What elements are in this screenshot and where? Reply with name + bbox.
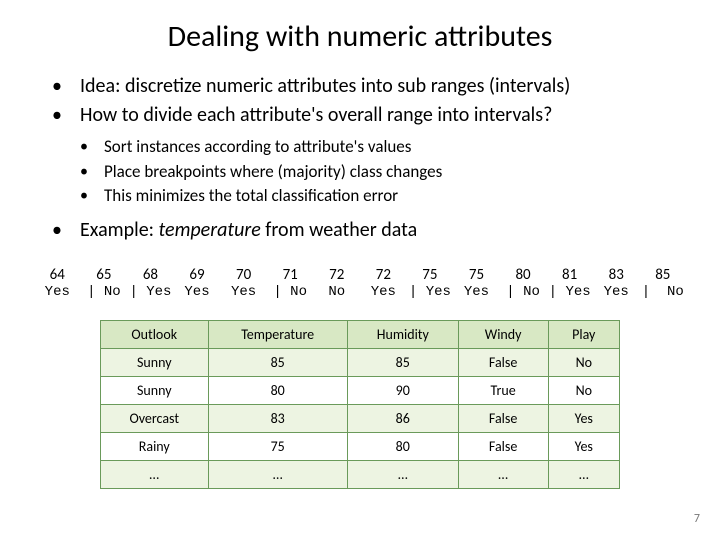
table-cell: False <box>458 348 548 376</box>
sequence-label: Yes <box>360 284 407 300</box>
sequence-value: 68 <box>127 266 174 284</box>
sub-bullet-minimize: This minimizes the total classification … <box>80 184 688 209</box>
table-cell: Overcast <box>101 404 209 432</box>
table-row: …………… <box>101 460 620 488</box>
weather-table: OutlookTemperatureHumidityWindyPlay Sunn… <box>100 320 620 489</box>
bullet-howto: How to divide each attribute's overall r… <box>52 102 688 129</box>
sequence-value: 75 <box>453 266 500 284</box>
sequence-value: 83 <box>593 266 640 284</box>
table-cell: … <box>347 460 458 488</box>
table-cell: No <box>548 376 619 404</box>
table-cell: 80 <box>208 376 347 404</box>
sequence-value: 72 <box>313 266 360 284</box>
table-cell: … <box>101 460 209 488</box>
bullet-example: Example: temperature from weather data <box>52 217 688 244</box>
sequence-label: | Yes <box>546 284 593 300</box>
main-bullet-list: Idea: discretize numeric attributes into… <box>32 73 688 129</box>
table-header-cell: Windy <box>458 320 548 348</box>
table-cell: Sunny <box>101 376 209 404</box>
temperature-sequence: 6465686970717272757580818385 Yes| No| Ye… <box>32 266 688 300</box>
sub-bullet-breakpoints: Place breakpoints where (majority) class… <box>80 160 688 185</box>
table-header-cell: Temperature <box>208 320 347 348</box>
sequence-label: | No <box>267 284 314 300</box>
sequence-label: Yes <box>453 284 500 300</box>
page-number: 7 <box>694 512 700 526</box>
table-row: Sunny8585FalseNo <box>101 348 620 376</box>
sequence-label: Yes <box>34 284 81 300</box>
sequence-value: 72 <box>360 266 407 284</box>
sequence-values-row: 6465686970717272757580818385 <box>34 266 686 284</box>
sequence-label: | Yes <box>127 284 174 300</box>
table-cell: 83 <box>208 404 347 432</box>
sequence-value: 71 <box>267 266 314 284</box>
sequence-label: Yes <box>174 284 221 300</box>
sequence-value: 69 <box>174 266 221 284</box>
sequence-label: | No <box>640 284 687 300</box>
sequence-value: 70 <box>220 266 267 284</box>
sequence-label: Yes <box>220 284 267 300</box>
sequence-label: | Yes <box>407 284 454 300</box>
table-header-cell: Outlook <box>101 320 209 348</box>
table-cell: 75 <box>208 432 347 460</box>
example-prefix: Example: <box>80 218 159 242</box>
sub-bullet-list: Sort instances according to attribute's … <box>32 135 688 209</box>
sequence-value: 80 <box>500 266 547 284</box>
table-row: Rainy7580FalseYes <box>101 432 620 460</box>
table-cell: … <box>548 460 619 488</box>
sub-bullet-sort: Sort instances according to attribute's … <box>80 135 688 160</box>
table-row: Sunny8090TrueNo <box>101 376 620 404</box>
example-bullet-list: Example: temperature from weather data <box>32 217 688 244</box>
sequence-value: 64 <box>34 266 81 284</box>
table-cell: Rainy <box>101 432 209 460</box>
table-cell: No <box>548 348 619 376</box>
table-row: Overcast8386FalseYes <box>101 404 620 432</box>
table-cell: False <box>458 432 548 460</box>
sequence-labels-row: Yes| No| YesYesYes| NoNoYes| YesYes| No|… <box>34 284 686 300</box>
table-cell: True <box>458 376 548 404</box>
table-header-cell: Humidity <box>347 320 458 348</box>
table-cell: 85 <box>347 348 458 376</box>
sequence-label: | No <box>500 284 547 300</box>
table-cell: Sunny <box>101 348 209 376</box>
example-suffix: from weather data <box>261 218 417 242</box>
example-ital: temperature <box>159 218 261 242</box>
sequence-label: | No <box>81 284 128 300</box>
table-cell: 80 <box>347 432 458 460</box>
sequence-label: Yes <box>593 284 640 300</box>
table-cell: Yes <box>548 404 619 432</box>
bullet-idea: Idea: discretize numeric attributes into… <box>52 73 688 100</box>
sequence-label: No <box>313 284 360 300</box>
table-cell: 85 <box>208 348 347 376</box>
table-cell: … <box>208 460 347 488</box>
sequence-value: 65 <box>81 266 128 284</box>
slide-title: Dealing with numeric attributes <box>32 18 688 55</box>
table-cell: Yes <box>548 432 619 460</box>
table-cell: False <box>458 404 548 432</box>
sequence-value: 85 <box>640 266 687 284</box>
sequence-value: 75 <box>407 266 454 284</box>
table-header-cell: Play <box>548 320 619 348</box>
table-header-row: OutlookTemperatureHumidityWindyPlay <box>101 320 620 348</box>
table-cell: 86 <box>347 404 458 432</box>
table-cell: … <box>458 460 548 488</box>
sequence-value: 81 <box>546 266 593 284</box>
table-cell: 90 <box>347 376 458 404</box>
